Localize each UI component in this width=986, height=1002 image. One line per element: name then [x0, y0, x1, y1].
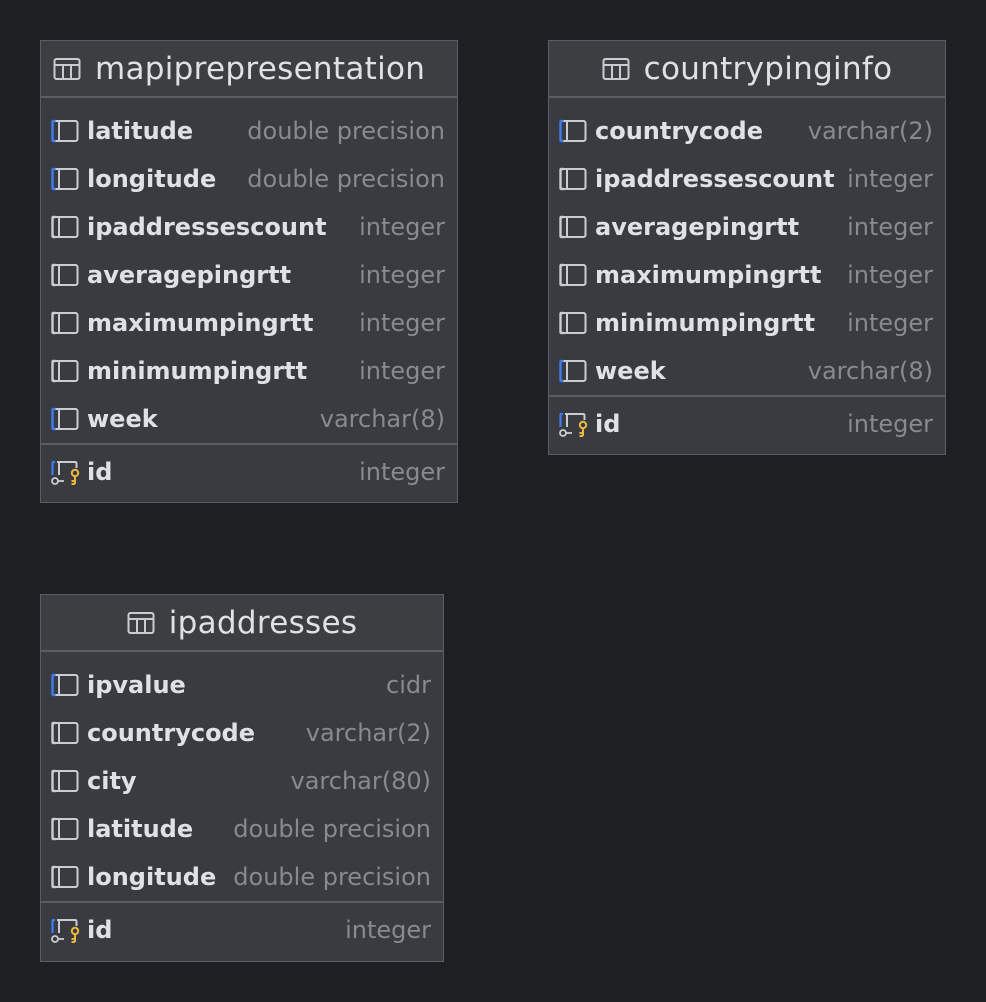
column-name: week	[595, 357, 666, 385]
column-icon	[51, 263, 79, 287]
primary-key-row[interactable]: id integer	[41, 903, 443, 957]
column-row[interactable]: ipaddressescount integer	[549, 155, 945, 203]
column-type: integer	[847, 261, 933, 289]
column-name: id	[87, 916, 113, 944]
column-type: integer	[847, 410, 933, 438]
column-type: integer	[847, 213, 933, 241]
column-icon	[51, 865, 79, 889]
column-row[interactable]: ipaddressescount integer	[41, 203, 457, 251]
column-type: varchar(80)	[290, 767, 432, 795]
column-icon	[51, 359, 79, 383]
column-row[interactable]: week varchar(8)	[41, 395, 457, 443]
column-row[interactable]: longitude double precision	[41, 853, 443, 901]
primary-key-row[interactable]: id integer	[549, 397, 945, 451]
column-type: integer	[359, 261, 445, 289]
column-type: varchar(2)	[305, 719, 431, 747]
column-name: id	[87, 458, 113, 486]
column-row[interactable]: countrycode varchar(2)	[41, 709, 443, 757]
column-row[interactable]: maximumpingrtt integer	[549, 251, 945, 299]
column-row[interactable]: longitude double precision	[41, 155, 457, 203]
column-type: integer	[359, 357, 445, 385]
primary-key-row[interactable]: id integer	[41, 445, 457, 499]
column-name: averagepingrtt	[87, 261, 292, 289]
column-name: minimumpingrtt	[595, 309, 816, 337]
column-type: integer	[345, 916, 431, 944]
column-name: ipaddressescount	[595, 165, 835, 193]
column-list: latitude double precision longitude double …	[41, 98, 457, 443]
column-type: double precision	[233, 863, 431, 891]
table-title: mapiprepresentation	[95, 50, 426, 87]
indexed-column-icon	[51, 119, 79, 143]
column-icon	[559, 167, 587, 191]
table-title: ipaddresses	[168, 604, 358, 641]
column-name: maximumpingrtt	[595, 261, 822, 289]
column-list: countrycode varchar(2) ipaddressescount int…	[549, 98, 945, 395]
column-name: id	[595, 410, 621, 438]
column-icon	[51, 817, 79, 841]
column-icon	[51, 769, 79, 793]
column-type: double precision	[247, 165, 445, 193]
column-name: minimumpingrtt	[87, 357, 308, 385]
column-row[interactable]: latitude double precision	[41, 107, 457, 155]
table-mapiprepresentation[interactable]: mapiprepresentation latitude double preci…	[40, 40, 458, 503]
table-icon	[602, 57, 630, 80]
indexed-column-icon	[51, 673, 79, 697]
table-header: mapiprepresentation	[41, 41, 457, 98]
column-type: varchar(8)	[319, 405, 445, 433]
column-name: city	[87, 767, 137, 795]
column-row[interactable]: latitude double precision	[41, 805, 443, 853]
column-row[interactable]: city varchar(80)	[41, 757, 443, 805]
table-header: ipaddresses	[41, 595, 443, 652]
column-row[interactable]: averagepingrtt integer	[549, 203, 945, 251]
column-type: cidr	[386, 671, 431, 699]
column-type: double precision	[233, 815, 431, 843]
column-icon	[51, 311, 79, 335]
column-row[interactable]: ipvalue cidr	[41, 661, 443, 709]
column-name: week	[87, 405, 158, 433]
column-name: latitude	[87, 117, 194, 145]
column-icon	[51, 215, 79, 239]
column-type: integer	[359, 458, 445, 486]
column-name: ipaddressescount	[87, 213, 327, 241]
column-type: integer	[847, 165, 933, 193]
column-type: varchar(8)	[807, 357, 933, 385]
table-icon	[127, 611, 155, 634]
table-title: countrypinginfo	[643, 50, 893, 87]
column-name: longitude	[87, 165, 217, 193]
column-icon	[51, 721, 79, 745]
column-type: integer	[359, 309, 445, 337]
column-type: double precision	[247, 117, 445, 145]
table-ipaddresses[interactable]: ipaddresses ipvalue cidr countrycode varcha…	[40, 594, 444, 962]
primary-key-icon	[51, 459, 81, 485]
column-type: varchar(2)	[807, 117, 933, 145]
column-type: integer	[359, 213, 445, 241]
column-row[interactable]: minimumpingrtt integer	[41, 347, 457, 395]
column-name: averagepingrtt	[595, 213, 800, 241]
primary-key-icon	[51, 917, 81, 943]
column-row[interactable]: maximumpingrtt integer	[41, 299, 457, 347]
column-row[interactable]: week varchar(8)	[549, 347, 945, 395]
column-name: longitude	[87, 863, 217, 891]
indexed-column-icon	[559, 119, 587, 143]
column-name: countrycode	[595, 117, 764, 145]
table-countrypinginfo[interactable]: countrypinginfo countrycode varchar(2) ipa…	[548, 40, 946, 455]
column-row[interactable]: minimumpingrtt integer	[549, 299, 945, 347]
column-name: ipvalue	[87, 671, 186, 699]
column-name: latitude	[87, 815, 194, 843]
column-list: ipvalue cidr countrycode varchar(2) city varc…	[41, 652, 443, 901]
column-name: maximumpingrtt	[87, 309, 314, 337]
table-icon	[53, 57, 81, 80]
column-row[interactable]: countrycode varchar(2)	[549, 107, 945, 155]
column-name: countrycode	[87, 719, 256, 747]
column-row[interactable]: averagepingrtt integer	[41, 251, 457, 299]
primary-key-icon	[559, 411, 589, 437]
indexed-column-icon	[51, 167, 79, 191]
column-icon	[559, 215, 587, 239]
column-type: integer	[847, 309, 933, 337]
column-icon	[559, 263, 587, 287]
table-header: countrypinginfo	[549, 41, 945, 98]
indexed-column-icon	[559, 359, 587, 383]
column-icon	[559, 311, 587, 335]
indexed-column-icon	[51, 407, 79, 431]
